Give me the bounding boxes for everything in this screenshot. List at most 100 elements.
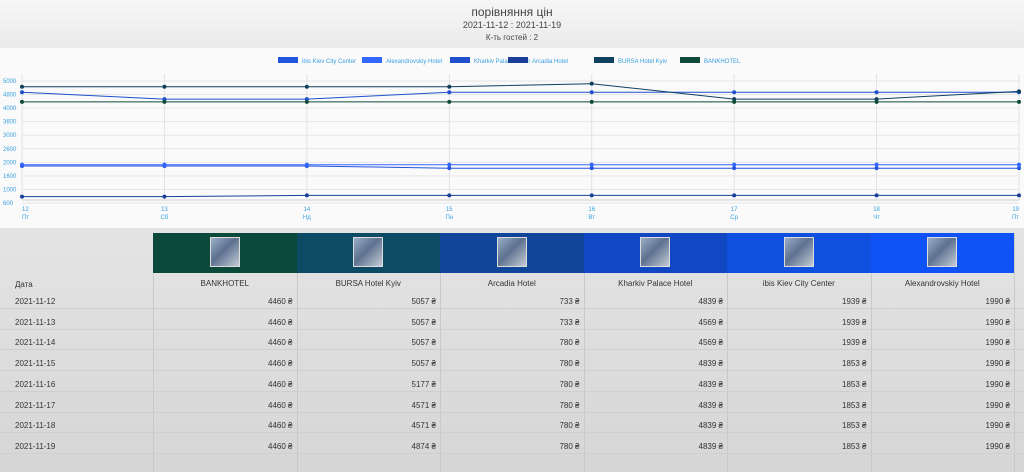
hotel-photo [209, 237, 240, 267]
series-line [22, 165, 1019, 169]
hotel-name: Alexandrovskiy Hotel [904, 279, 980, 288]
data-point [874, 193, 879, 198]
price-cell: 780 ₴ [559, 359, 580, 369]
data-point [732, 162, 737, 167]
row-divider [0, 308, 1024, 309]
price-cell: 4839 ₴ [698, 297, 723, 306]
legend-label: BANKHOTEL [704, 59, 741, 65]
date-column-header: Дата [15, 280, 33, 289]
y-tick-label: 3600 [3, 120, 17, 126]
legend-swatch [362, 57, 382, 63]
row-divider [0, 390, 1024, 392]
price-cell: 1853 ₴ [842, 441, 867, 451]
price-cell: 1853 ₴ [842, 400, 867, 410]
data-point [304, 84, 309, 89]
price-cell: 5057 ₴ [411, 338, 436, 348]
price-cell: 4571 ₴ [411, 421, 436, 431]
price-cell: 733 ₴ [559, 297, 580, 306]
data-point [1017, 99, 1021, 104]
y-tick-label: 4000 [3, 106, 17, 112]
series-line [21, 91, 1019, 100]
legend-swatch [278, 57, 298, 63]
row-date: 2021-11-18 [15, 421, 56, 431]
report-header: порівняння цін 2021-11-12 : 2021-11-19 К… [0, 0, 1024, 47]
row-date: 2021-11-12 [15, 297, 56, 306]
data-point [732, 193, 737, 198]
price-cell: 1990 ₴ [985, 338, 1010, 348]
price-cell: 4839 ₴ [698, 400, 723, 410]
price-cell: 4460 ₴ [268, 400, 293, 410]
row-divider [0, 349, 1024, 351]
x-tick-day: 13 [161, 207, 168, 213]
row-divider [0, 432, 1024, 434]
legend-label: ibis Kiev City Center [302, 59, 356, 65]
column-divider [1014, 233, 1015, 472]
price-cell: 4839 ₴ [698, 441, 723, 451]
hotel-photo [496, 237, 527, 267]
data-point [874, 162, 879, 167]
price-cell: 1990 ₴ [985, 359, 1010, 369]
data-point [304, 99, 309, 104]
data-point [447, 193, 452, 198]
data-point [304, 193, 309, 198]
y-tick-label: 1600 [3, 174, 17, 180]
hotel-photo [640, 237, 671, 267]
hotel-photo [783, 237, 814, 267]
data-point [20, 194, 24, 199]
x-tick-day: 12 [22, 207, 29, 213]
data-point [874, 99, 879, 104]
price-cell: 780 ₴ [559, 379, 580, 389]
y-tick-label: 1000 [3, 187, 17, 193]
hotel-name: BANKHOTEL [200, 279, 249, 288]
data-point [1017, 193, 1021, 198]
y-tick-label: 600 [3, 201, 14, 207]
x-tick-weekday: Нд [303, 215, 311, 221]
hotel-photo [927, 237, 958, 267]
price-cell: 1990 ₴ [985, 421, 1010, 431]
data-point [589, 81, 594, 86]
price-cell: 4460 ₴ [268, 338, 293, 348]
x-tick-day: 18 [873, 207, 880, 213]
legend-swatch [594, 57, 614, 63]
data-point [162, 162, 167, 167]
hotel-column-header [727, 233, 871, 273]
page-title: порівняння цін [471, 5, 553, 19]
y-tick-label: 4800 [3, 93, 17, 99]
price-cell: 780 ₴ [559, 441, 580, 451]
data-point [1017, 162, 1021, 167]
price-cell: 1939 ₴ [842, 317, 867, 327]
hotel-column-header [583, 233, 727, 273]
data-point [732, 99, 737, 104]
price-cell: 4460 ₴ [268, 359, 293, 369]
data-point [447, 99, 452, 104]
y-tick-label: 3000 [3, 133, 17, 139]
legend-label: BURSA Hotel Kyiv [618, 59, 667, 65]
y-tick-label: 5000 [3, 79, 17, 85]
data-point [589, 99, 594, 104]
hotel-column-header [870, 233, 1014, 273]
price-cell: 4569 ₴ [698, 338, 723, 348]
x-tick-day: 17 [731, 207, 738, 213]
price-cell: 780 ₴ [559, 421, 580, 431]
data-point [874, 166, 879, 171]
x-tick-weekday: Сб [161, 215, 169, 221]
row-date: 2021-11-16 [15, 379, 56, 389]
price-cell: 4839 ₴ [698, 359, 723, 369]
hotel-name: Kharkiv Palace Hotel [618, 279, 693, 288]
data-point [589, 90, 594, 95]
series-line [22, 83, 1020, 100]
x-tick-weekday: Пт [1012, 215, 1019, 221]
data-point [589, 166, 594, 171]
data-point [162, 194, 167, 199]
price-cell: 1990 ₴ [985, 379, 1010, 389]
legend-label: Alexandrovskiy Hotel [386, 59, 442, 65]
price-cell: 4460 ₴ [268, 421, 293, 431]
price-cell: 5057 ₴ [411, 359, 436, 369]
x-tick-weekday: Пт [22, 215, 29, 221]
row-divider [0, 411, 1024, 413]
price-cell: 1853 ₴ [842, 379, 867, 389]
x-tick-weekday: Ср [730, 215, 738, 221]
price-cell: 4460 ₴ [268, 317, 293, 327]
price-cell: 1990 ₴ [985, 441, 1010, 451]
legend-label: Arcadia Hotel [532, 59, 568, 65]
